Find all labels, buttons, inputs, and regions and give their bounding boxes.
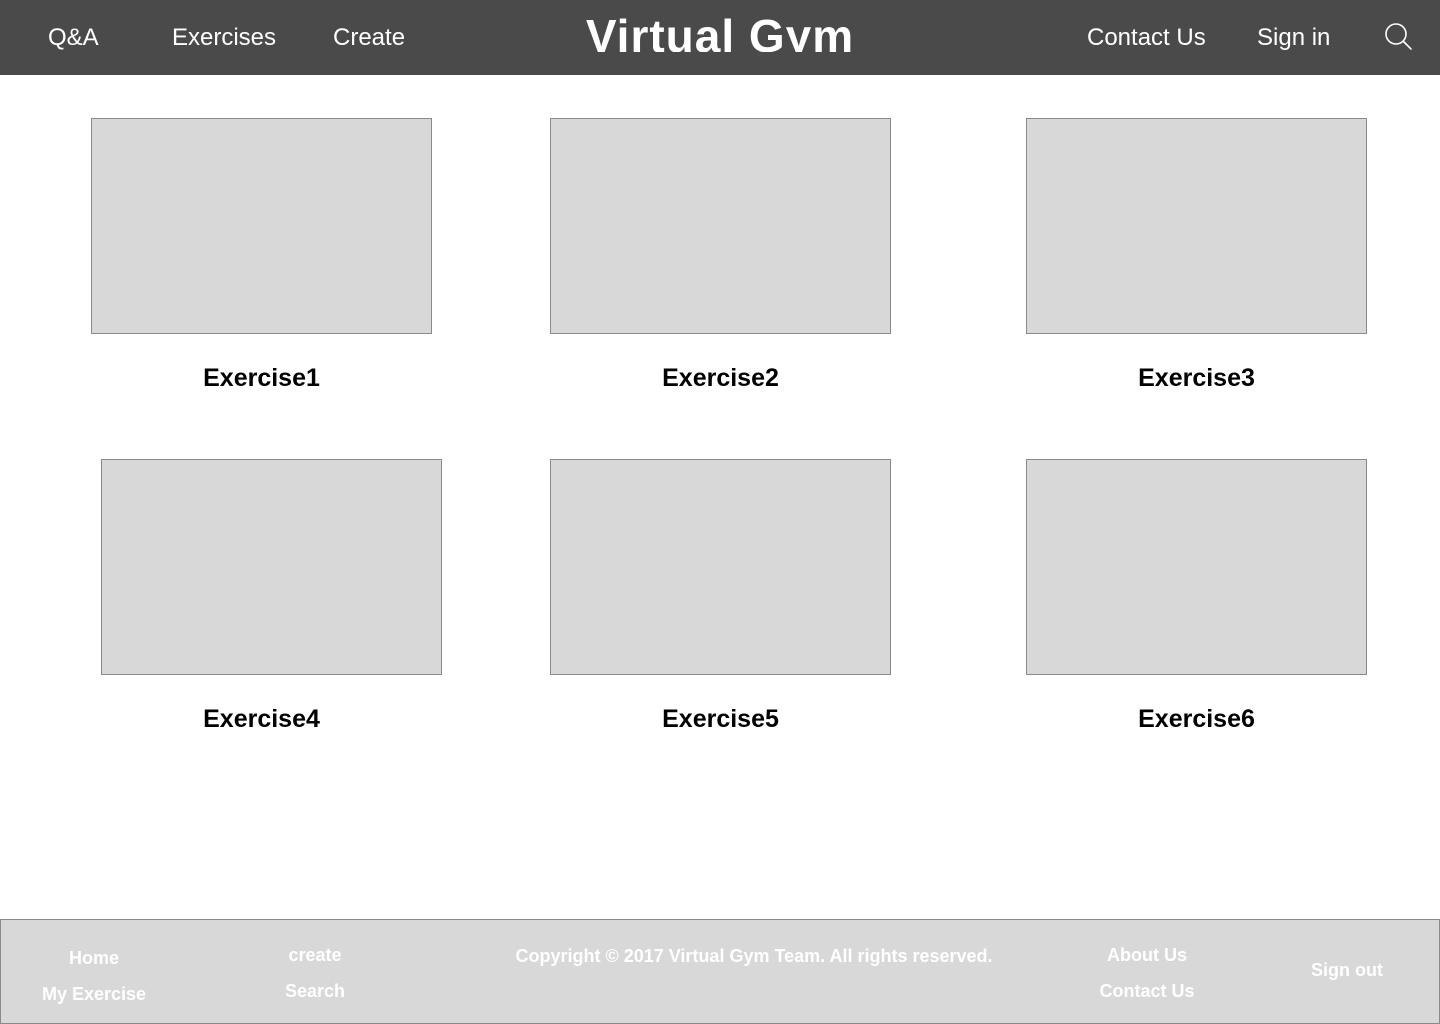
footer-about-us-link[interactable]: About Us <box>1067 944 1227 966</box>
top-navbar: Q&A Exercises Create Virtual Gym Contact… <box>0 0 1440 75</box>
footer-home-link[interactable]: Home <box>1 947 187 969</box>
footer-create-link[interactable]: create <box>235 944 395 966</box>
footer-sign-out-link[interactable]: Sign out <box>1277 959 1417 981</box>
exercise-thumbnail-6[interactable] <box>1026 459 1367 675</box>
nav-sign-in-link[interactable]: Sign in <box>1257 22 1330 54</box>
exercise-thumbnail-3[interactable] <box>1026 118 1367 334</box>
exercise-thumbnail-5[interactable] <box>550 459 891 675</box>
nav-create-link[interactable]: Create <box>333 22 405 54</box>
nav-contact-us-link[interactable]: Contact Us <box>1087 22 1206 54</box>
search-button[interactable] <box>1383 22 1413 52</box>
exercise-title-6[interactable]: Exercise6 <box>1026 704 1367 734</box>
exercise-title-5[interactable]: Exercise5 <box>550 704 891 734</box>
brand-title: Virtual Gym <box>585 10 855 52</box>
footer-contact-us-link[interactable]: Contact Us <box>1067 980 1227 1002</box>
footer-copyright: Copyright © 2017 Virtual Gym Team. All r… <box>515 946 993 966</box>
footer-my-exercise-link[interactable]: My Exercise <box>1 983 187 1005</box>
nav-qa-link[interactable]: Q&A <box>48 22 99 54</box>
brand-logo[interactable]: Virtual Gym <box>520 0 920 52</box>
search-icon <box>1385 23 1412 50</box>
footer: Home My Exercise create Search Copyright… <box>0 919 1440 1024</box>
exercise-title-2[interactable]: Exercise2 <box>550 363 891 393</box>
exercise-title-4[interactable]: Exercise4 <box>91 704 432 734</box>
nav-exercises-link[interactable]: Exercises <box>172 22 276 54</box>
exercise-thumbnail-1[interactable] <box>91 118 432 334</box>
exercise-thumbnail-4[interactable] <box>101 459 442 675</box>
exercise-title-1[interactable]: Exercise1 <box>91 363 432 393</box>
exercise-title-3[interactable]: Exercise3 <box>1026 363 1367 393</box>
footer-search-link[interactable]: Search <box>235 980 395 1002</box>
exercise-thumbnail-2[interactable] <box>550 118 891 334</box>
